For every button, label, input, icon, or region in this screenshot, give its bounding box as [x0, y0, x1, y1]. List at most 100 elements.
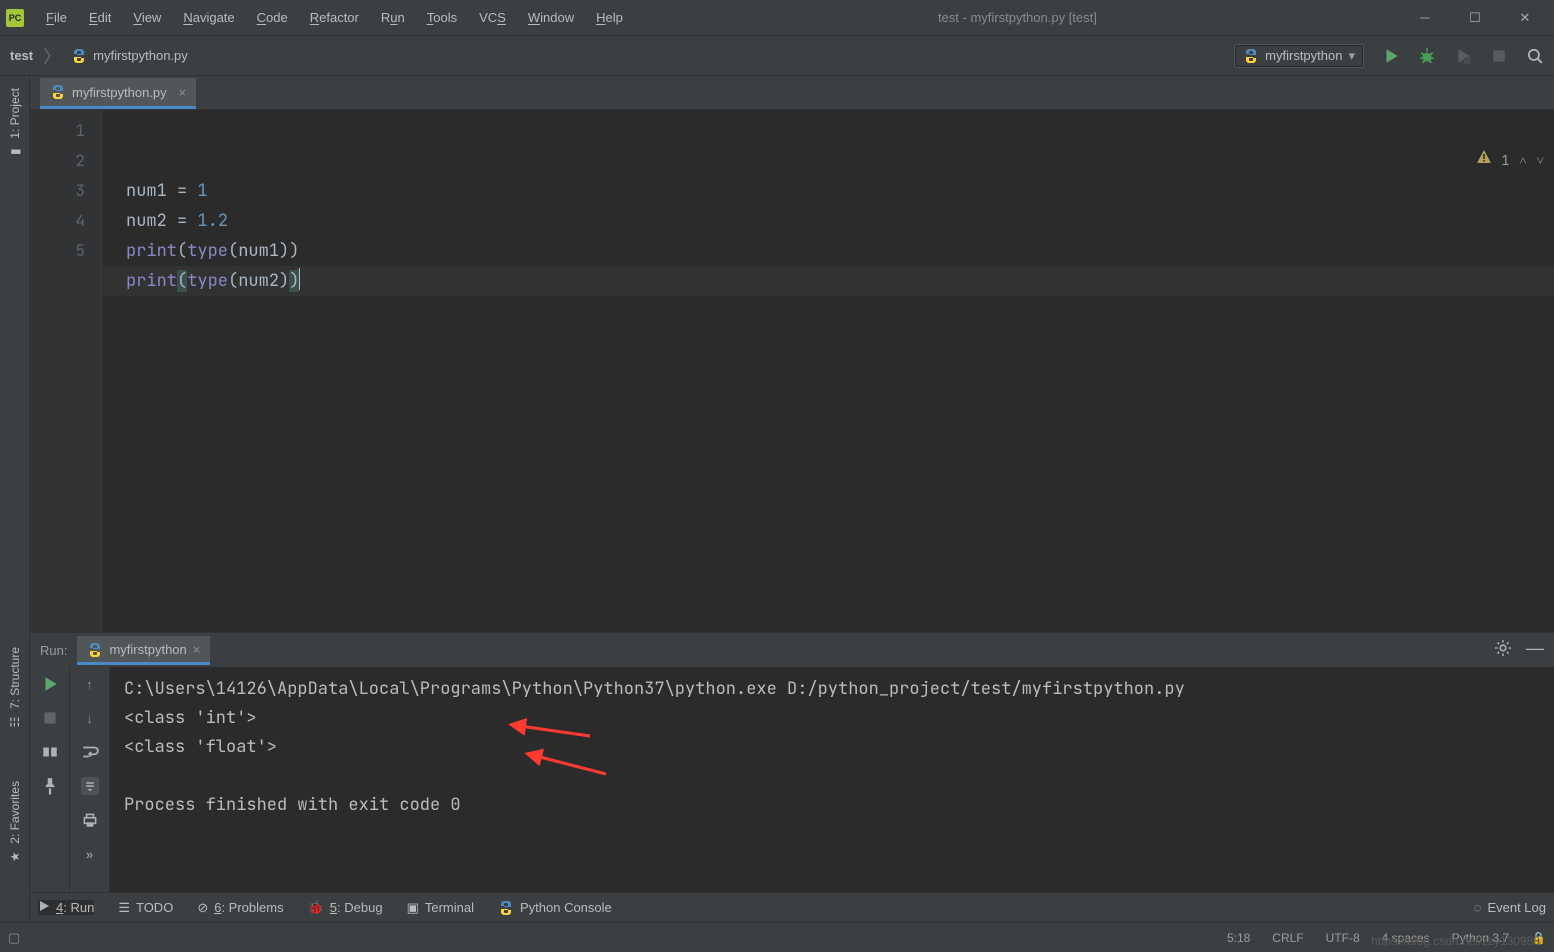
sidebar-project-label: 1: Project: [8, 88, 22, 139]
more-icon[interactable]: »: [81, 845, 99, 863]
problems-icon: ⊘: [197, 900, 208, 916]
token: 1.2: [197, 210, 228, 232]
bug-icon: 🐞: [308, 900, 324, 916]
menu-edit[interactable]: Edit: [79, 6, 121, 29]
console-out1: <class 'int'>: [124, 707, 257, 729]
console-output[interactable]: C:\Users\14126\AppData\Local\Programs\Py…: [110, 667, 1554, 892]
print-icon[interactable]: [81, 811, 99, 829]
hide-run-icon[interactable]: —: [1526, 639, 1544, 657]
menu-vcs[interactable]: VCS: [469, 6, 516, 29]
menu-file[interactable]: FFileile: [36, 6, 77, 29]
inspection-widget[interactable]: 1 ˄ ˅: [1382, 116, 1544, 206]
token: num2: [238, 270, 279, 292]
bottom-todo[interactable]: ☰ TODO: [118, 900, 173, 916]
run-toolbar: [1382, 47, 1544, 65]
menu-run[interactable]: Run: [371, 6, 415, 29]
structure-icon: ☷: [8, 715, 22, 729]
menu-code[interactable]: Code: [247, 6, 298, 29]
sidebar-favorites[interactable]: ★ 2: Favorites: [6, 775, 24, 870]
stop-button[interactable]: [1490, 47, 1508, 65]
status-encoding[interactable]: UTF-8: [1326, 931, 1360, 945]
token: ): [289, 240, 299, 262]
run-tab-name: myfirstpython: [109, 642, 186, 657]
debug-button[interactable]: [1418, 47, 1436, 65]
token: print: [126, 240, 177, 262]
bottom-event-log[interactable]: ◌ Event Log: [1474, 900, 1546, 915]
run-tool-window: Run: myfirstpython × —: [30, 632, 1554, 892]
bottom-run[interactable]: 4: 4: RunRun: [38, 900, 94, 915]
menu-view[interactable]: View: [123, 6, 171, 29]
bottom-todo-label: TODO: [136, 900, 173, 915]
terminal-icon: ▣: [407, 900, 419, 916]
gutter-line-4: 4: [30, 206, 85, 236]
menu-navigate[interactable]: Navigate: [173, 6, 244, 29]
app-icon: PC: [6, 9, 24, 27]
code-area[interactable]: num1 = 1 num2 = 1.2 print(type(num1)) pr…: [102, 110, 1554, 632]
bottom-problems[interactable]: ⊘ 6: Problems6: Problems: [197, 900, 283, 916]
bottom-python-console[interactable]: Python Console: [498, 900, 612, 916]
status-line-sep[interactable]: CRLF: [1272, 931, 1303, 945]
pin-icon[interactable]: [41, 777, 59, 795]
breadcrumb-root[interactable]: test: [10, 48, 33, 63]
bottom-debug[interactable]: 🐞 5: Debug5: Debug: [308, 900, 383, 916]
close-run-tab-icon[interactable]: ×: [193, 642, 201, 657]
layout-icon[interactable]: [41, 743, 59, 761]
close-button[interactable]: ✕: [1502, 4, 1548, 32]
todo-icon: ☰: [118, 900, 130, 916]
status-icon[interactable]: ▢: [8, 930, 20, 946]
gutter-line-5: 5: [30, 236, 85, 266]
python-file-icon: [71, 48, 87, 64]
bottom-terminal[interactable]: ▣ Terminal: [407, 900, 474, 916]
menu-help[interactable]: Help: [586, 6, 633, 29]
run-actions-col2: ↑ ↓ »: [70, 667, 110, 892]
soft-wrap-icon[interactable]: [81, 743, 99, 761]
coverage-button[interactable]: [1454, 47, 1472, 65]
token: 1: [197, 180, 207, 202]
python-config-icon: [1243, 48, 1259, 64]
gutter: 1 2 3 4 5: [30, 110, 102, 632]
token: (: [228, 270, 238, 292]
close-tab-icon[interactable]: ×: [179, 85, 187, 100]
search-everywhere-button[interactable]: [1526, 47, 1544, 65]
titlebar: PC FFileile Edit View Navigate Code Refa…: [0, 0, 1554, 36]
down-arrow-icon[interactable]: ↓: [81, 709, 99, 727]
gutter-line-3: 3: [30, 176, 85, 206]
menu-window[interactable]: Window: [518, 6, 584, 29]
scroll-to-end-icon[interactable]: [81, 777, 99, 795]
run-settings-icon[interactable]: [1494, 639, 1512, 657]
folder-icon: ▮: [8, 145, 22, 159]
minimize-button[interactable]: ─: [1402, 4, 1448, 32]
console-cmd: C:\Users\14126\AppData\Local\Programs\Py…: [124, 678, 1185, 700]
up-arrow-icon[interactable]: ↑: [81, 675, 99, 693]
next-highlight-icon[interactable]: ˅: [1537, 146, 1544, 176]
sidebar-project[interactable]: ▮ 1: Project: [6, 82, 24, 165]
breadcrumb-file[interactable]: myfirstpython.py: [93, 48, 188, 63]
menu-refactor[interactable]: Refactor: [300, 6, 369, 29]
run-actions-col1: [30, 667, 70, 892]
sidebar-structure[interactable]: ☷ 7: Structure: [6, 641, 24, 735]
play-icon: [38, 900, 50, 915]
console-blank: [124, 765, 134, 787]
run-button[interactable]: [1382, 47, 1400, 65]
tab-python-icon: [50, 84, 66, 100]
run-config-selector[interactable]: myfirstpython ▾: [1234, 44, 1364, 68]
token: ): [279, 270, 289, 292]
token: =: [167, 210, 198, 232]
gutter-line-1: 1: [30, 116, 85, 146]
status-position[interactable]: 5:18: [1227, 931, 1250, 945]
prev-highlight-icon[interactable]: ˄: [1519, 146, 1526, 176]
stop-icon[interactable]: [41, 709, 59, 727]
navigation-toolbar: test 〉 myfirstpython.py myfirstpython ▾: [0, 36, 1554, 76]
watermark: https://blog.csdn.net/zzy130988: [1371, 934, 1540, 948]
menu-tools[interactable]: Tools: [417, 6, 467, 29]
window-title: test - myfirstpython.py [test]: [635, 10, 1400, 25]
bottom-pyconsole-label: Python Console: [520, 900, 612, 915]
run-tab[interactable]: myfirstpython ×: [77, 636, 210, 665]
rerun-icon[interactable]: [41, 675, 59, 693]
maximize-button[interactable]: ☐: [1452, 4, 1498, 32]
token: type: [187, 240, 228, 262]
caret: [299, 268, 300, 290]
window-controls: ─ ☐ ✕: [1402, 4, 1548, 32]
editor-tab-myfirstpython[interactable]: myfirstpython.py ×: [40, 78, 196, 109]
editor[interactable]: 1 2 3 4 5 num1 = 1 num2 = 1.2 print(type…: [30, 110, 1554, 632]
